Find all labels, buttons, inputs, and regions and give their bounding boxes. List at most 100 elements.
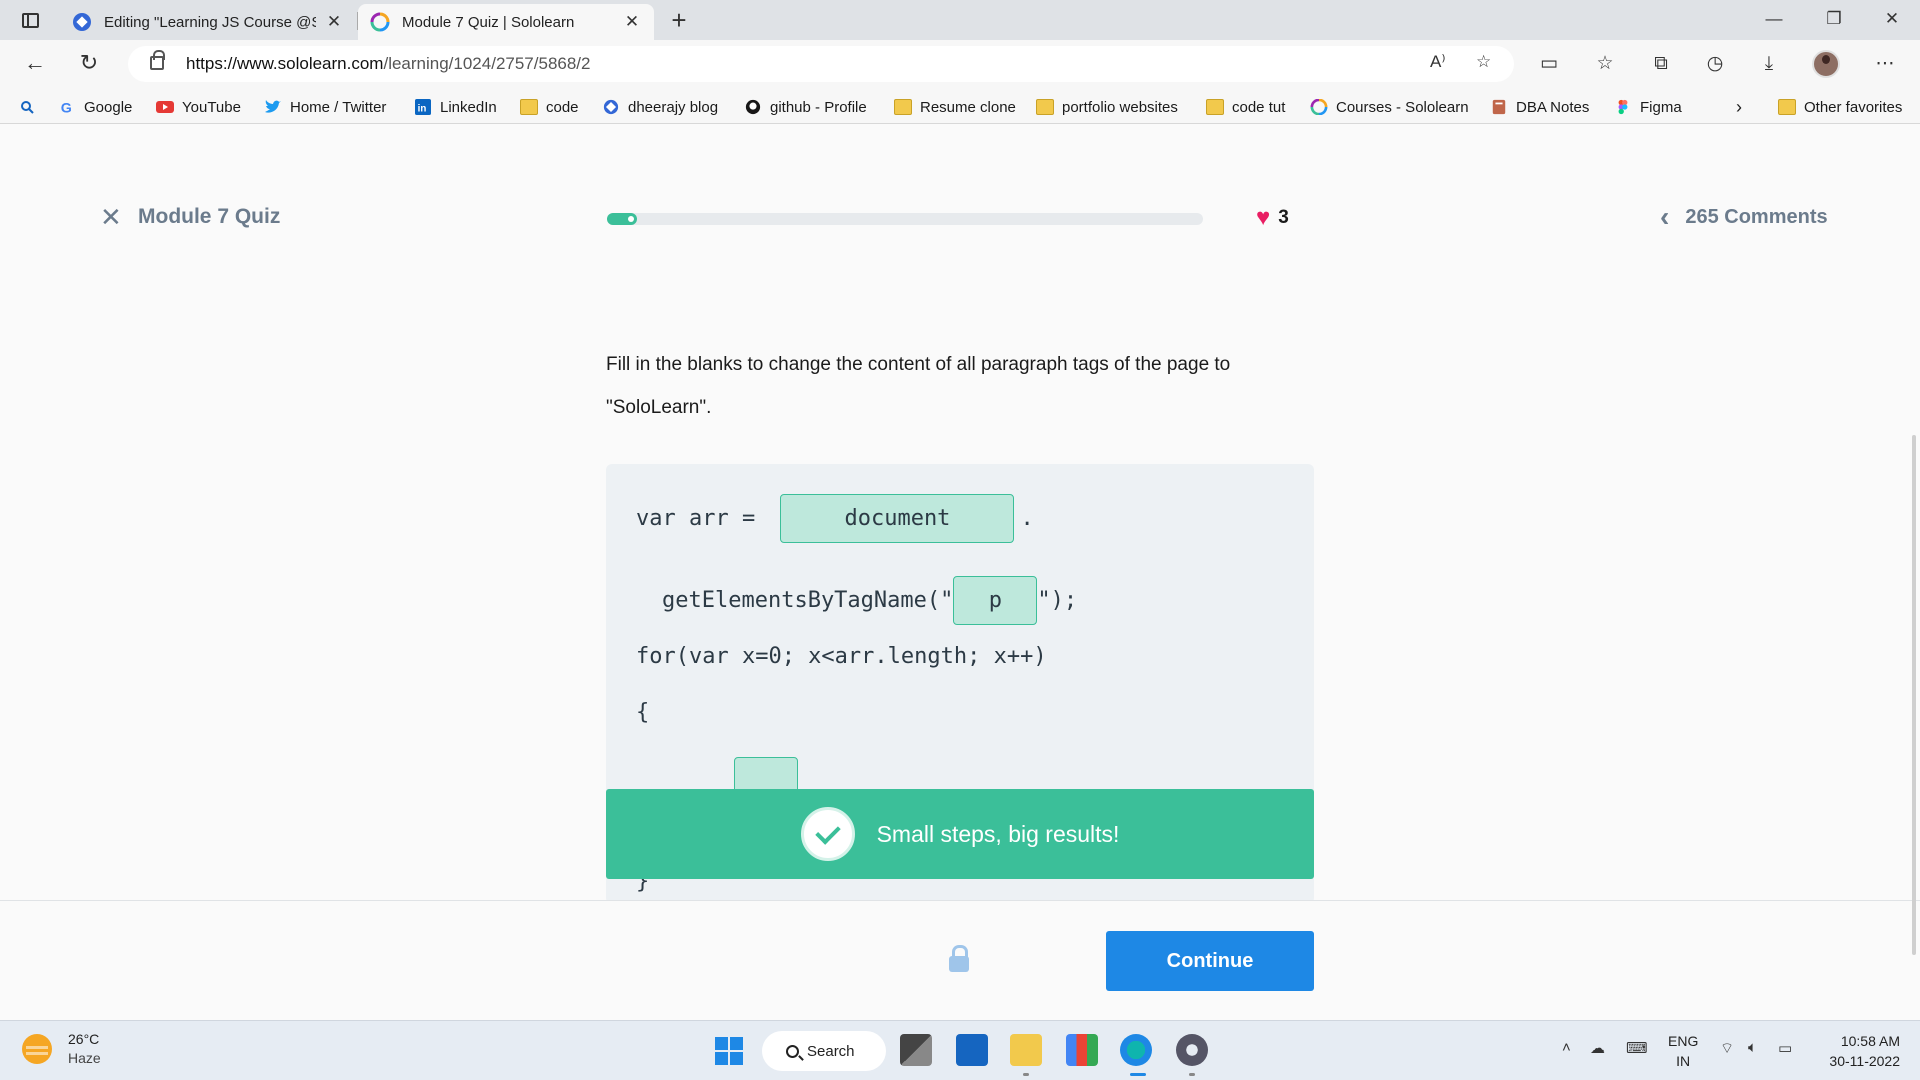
more-favorites-chevron-icon[interactable]: › — [1736, 96, 1742, 118]
downloads-icon[interactable]: ⤓ — [1756, 52, 1782, 76]
favorite-figma[interactable]: Figma — [1614, 96, 1682, 118]
lesson-footer: Continue — [0, 900, 1920, 1020]
onedrive-cloud-icon[interactable]: ☁ — [1590, 1039, 1605, 1057]
battery-icon[interactable]: ▭ — [1778, 1039, 1792, 1057]
favorite-label: Google — [84, 98, 133, 116]
taskbar-search[interactable]: Search — [762, 1031, 886, 1071]
collections-icon[interactable]: ⧉ — [1648, 52, 1674, 76]
close-quiz-icon[interactable]: ✕ — [100, 204, 122, 230]
favorite-youtube[interactable]: YouTube — [156, 96, 241, 118]
github-icon — [745, 99, 761, 115]
other-favorites[interactable]: Other favorites — [1778, 96, 1902, 118]
favorites-icon[interactable]: ☆ — [1592, 52, 1618, 76]
unlock-icon[interactable] — [949, 945, 969, 972]
system-clock[interactable]: 10:58 AM 30-11-2022 — [1816, 1031, 1900, 1071]
add-favorite-icon[interactable]: ☆ — [1476, 52, 1491, 72]
favorite-folder-resume[interactable]: Resume clone — [894, 96, 1016, 118]
progress-fill — [607, 213, 637, 225]
favorite-twitter[interactable]: Home / Twitter — [264, 96, 386, 118]
favorite-label: Figma — [1640, 98, 1682, 116]
minimize-button[interactable]: — — [1746, 0, 1802, 40]
read-aloud-icon[interactable]: A⁾ — [1430, 52, 1446, 72]
running-indicator — [1189, 1073, 1195, 1076]
weather-widget[interactable]: 26°C Haze — [22, 1031, 101, 1066]
favorite-label: LinkedIn — [440, 98, 497, 116]
volume-icon[interactable]: 🔈︎ — [1748, 1039, 1757, 1056]
mail-icon[interactable] — [956, 1034, 988, 1066]
page-scrollbar[interactable] — [1912, 435, 1916, 955]
url-text[interactable]: https://www.sololearn.com/learning/1024/… — [186, 54, 590, 74]
code-line-4: { — [636, 700, 649, 725]
lock-icon[interactable] — [150, 50, 165, 70]
favorite-folder-codetut[interactable]: code tut — [1206, 96, 1285, 118]
figma-icon — [1618, 99, 1628, 115]
history-icon[interactable]: ◷ — [1702, 52, 1728, 76]
code-line-2: getElementsByTagName(" p "); — [662, 576, 1077, 625]
settings-gear-icon[interactable] — [1176, 1034, 1208, 1066]
favorite-label: code tut — [1232, 98, 1286, 116]
code-line-1: var arr = document . — [636, 494, 1034, 543]
tab-editing-course[interactable]: Editing "Learning JS Course @Sc ✕ — [60, 4, 356, 40]
refresh-icon[interactable]: ↻ — [74, 50, 104, 78]
language-indicator[interactable]: ENG IN — [1668, 1031, 1698, 1071]
svg-text:in: in — [418, 103, 427, 114]
favorite-linkedin[interactable]: in LinkedIn — [414, 96, 497, 118]
code-blank-2[interactable]: p — [953, 576, 1038, 625]
tab-module-quiz[interactable]: Module 7 Quiz | Sololearn ✕ — [358, 4, 654, 40]
profile-avatar[interactable] — [1812, 50, 1840, 78]
continue-button[interactable]: Continue — [1106, 931, 1314, 991]
blog-icon — [603, 99, 619, 115]
tab-actions-menu-icon[interactable] — [14, 8, 46, 32]
folder-icon — [894, 99, 912, 115]
favorite-blog[interactable]: dheerajy blog — [602, 96, 718, 118]
close-tab-icon[interactable]: ✕ — [324, 12, 344, 32]
restore-button[interactable]: ❐ — [1806, 0, 1862, 40]
favorite-label: github - Profile — [770, 98, 867, 116]
toast-message: Small steps, big results! — [876, 820, 1120, 847]
task-view-icon[interactable] — [900, 1034, 932, 1066]
favorite-folder-code[interactable]: code — [520, 96, 579, 118]
start-windows-icon[interactable] — [715, 1037, 743, 1065]
windows-taskbar: 26°C Haze Search ˄ ☁ ⌨ ENG IN ⌔ 🔈︎ ▭ 10:… — [0, 1020, 1920, 1080]
clock-date: 30-11-2022 — [1829, 1053, 1900, 1069]
file-explorer-icon[interactable] — [1010, 1034, 1042, 1066]
code-blank-1[interactable]: document — [780, 494, 1015, 543]
lives-count: 3 — [1278, 207, 1289, 228]
sololearn-icon — [1310, 99, 1328, 115]
close-window-button[interactable]: ✕ — [1864, 0, 1920, 40]
close-tab-icon[interactable]: ✕ — [622, 12, 642, 32]
running-indicator — [1023, 1073, 1029, 1076]
favorite-dba-notes[interactable]: DBA Notes — [1490, 96, 1589, 118]
blog-icon — [73, 13, 91, 31]
wifi-icon[interactable]: ⌔ — [1720, 1039, 1734, 1058]
keyboard-icon[interactable]: ⌨ — [1626, 1039, 1648, 1057]
favorites-search-icon[interactable] — [20, 96, 34, 118]
language-code: ENG — [1668, 1033, 1699, 1049]
google-icon: G — [61, 100, 72, 115]
twitter-icon — [265, 100, 281, 113]
folder-icon — [520, 99, 538, 115]
favorite-label: code — [546, 98, 579, 116]
cast-icon[interactable]: ▭ — [1536, 52, 1562, 76]
weather-condition: Haze — [68, 1050, 101, 1066]
code-text: { — [636, 700, 650, 725]
favorite-github[interactable]: github - Profile — [744, 96, 867, 118]
heart-icon: ♥ — [1256, 204, 1271, 231]
chevron-up-icon[interactable]: ˄ — [1562, 1039, 1571, 1056]
new-tab-button[interactable]: + — [664, 6, 694, 36]
edge-browser-icon[interactable] — [1120, 1034, 1152, 1066]
favorite-folder-portfolio[interactable]: portfolio websites — [1036, 96, 1178, 118]
lives-counter: ♥ 3 — [1256, 205, 1289, 231]
favorites-bar: G Google YouTube Home / Twitter in Linke… — [0, 88, 1920, 124]
favorite-sololearn[interactable]: Courses - Sololearn — [1310, 96, 1469, 118]
favorite-google[interactable]: G Google — [58, 96, 133, 118]
back-arrow-icon[interactable]: ← — [20, 50, 50, 78]
youtube-icon — [156, 101, 174, 113]
comments-link[interactable]: ‹ 265 Comments — [1660, 203, 1828, 231]
gmail-icon[interactable] — [1066, 1034, 1098, 1066]
address-toolbar: ← ↻ https://www.sololearn.com/learning/1… — [0, 40, 1920, 88]
favorite-label: DBA Notes — [1516, 98, 1590, 116]
more-menu-icon[interactable]: ⋯ — [1872, 52, 1898, 76]
address-bar[interactable]: https://www.sololearn.com/learning/1024/… — [128, 46, 1514, 82]
quiz-title: Module 7 Quiz — [138, 205, 281, 228]
